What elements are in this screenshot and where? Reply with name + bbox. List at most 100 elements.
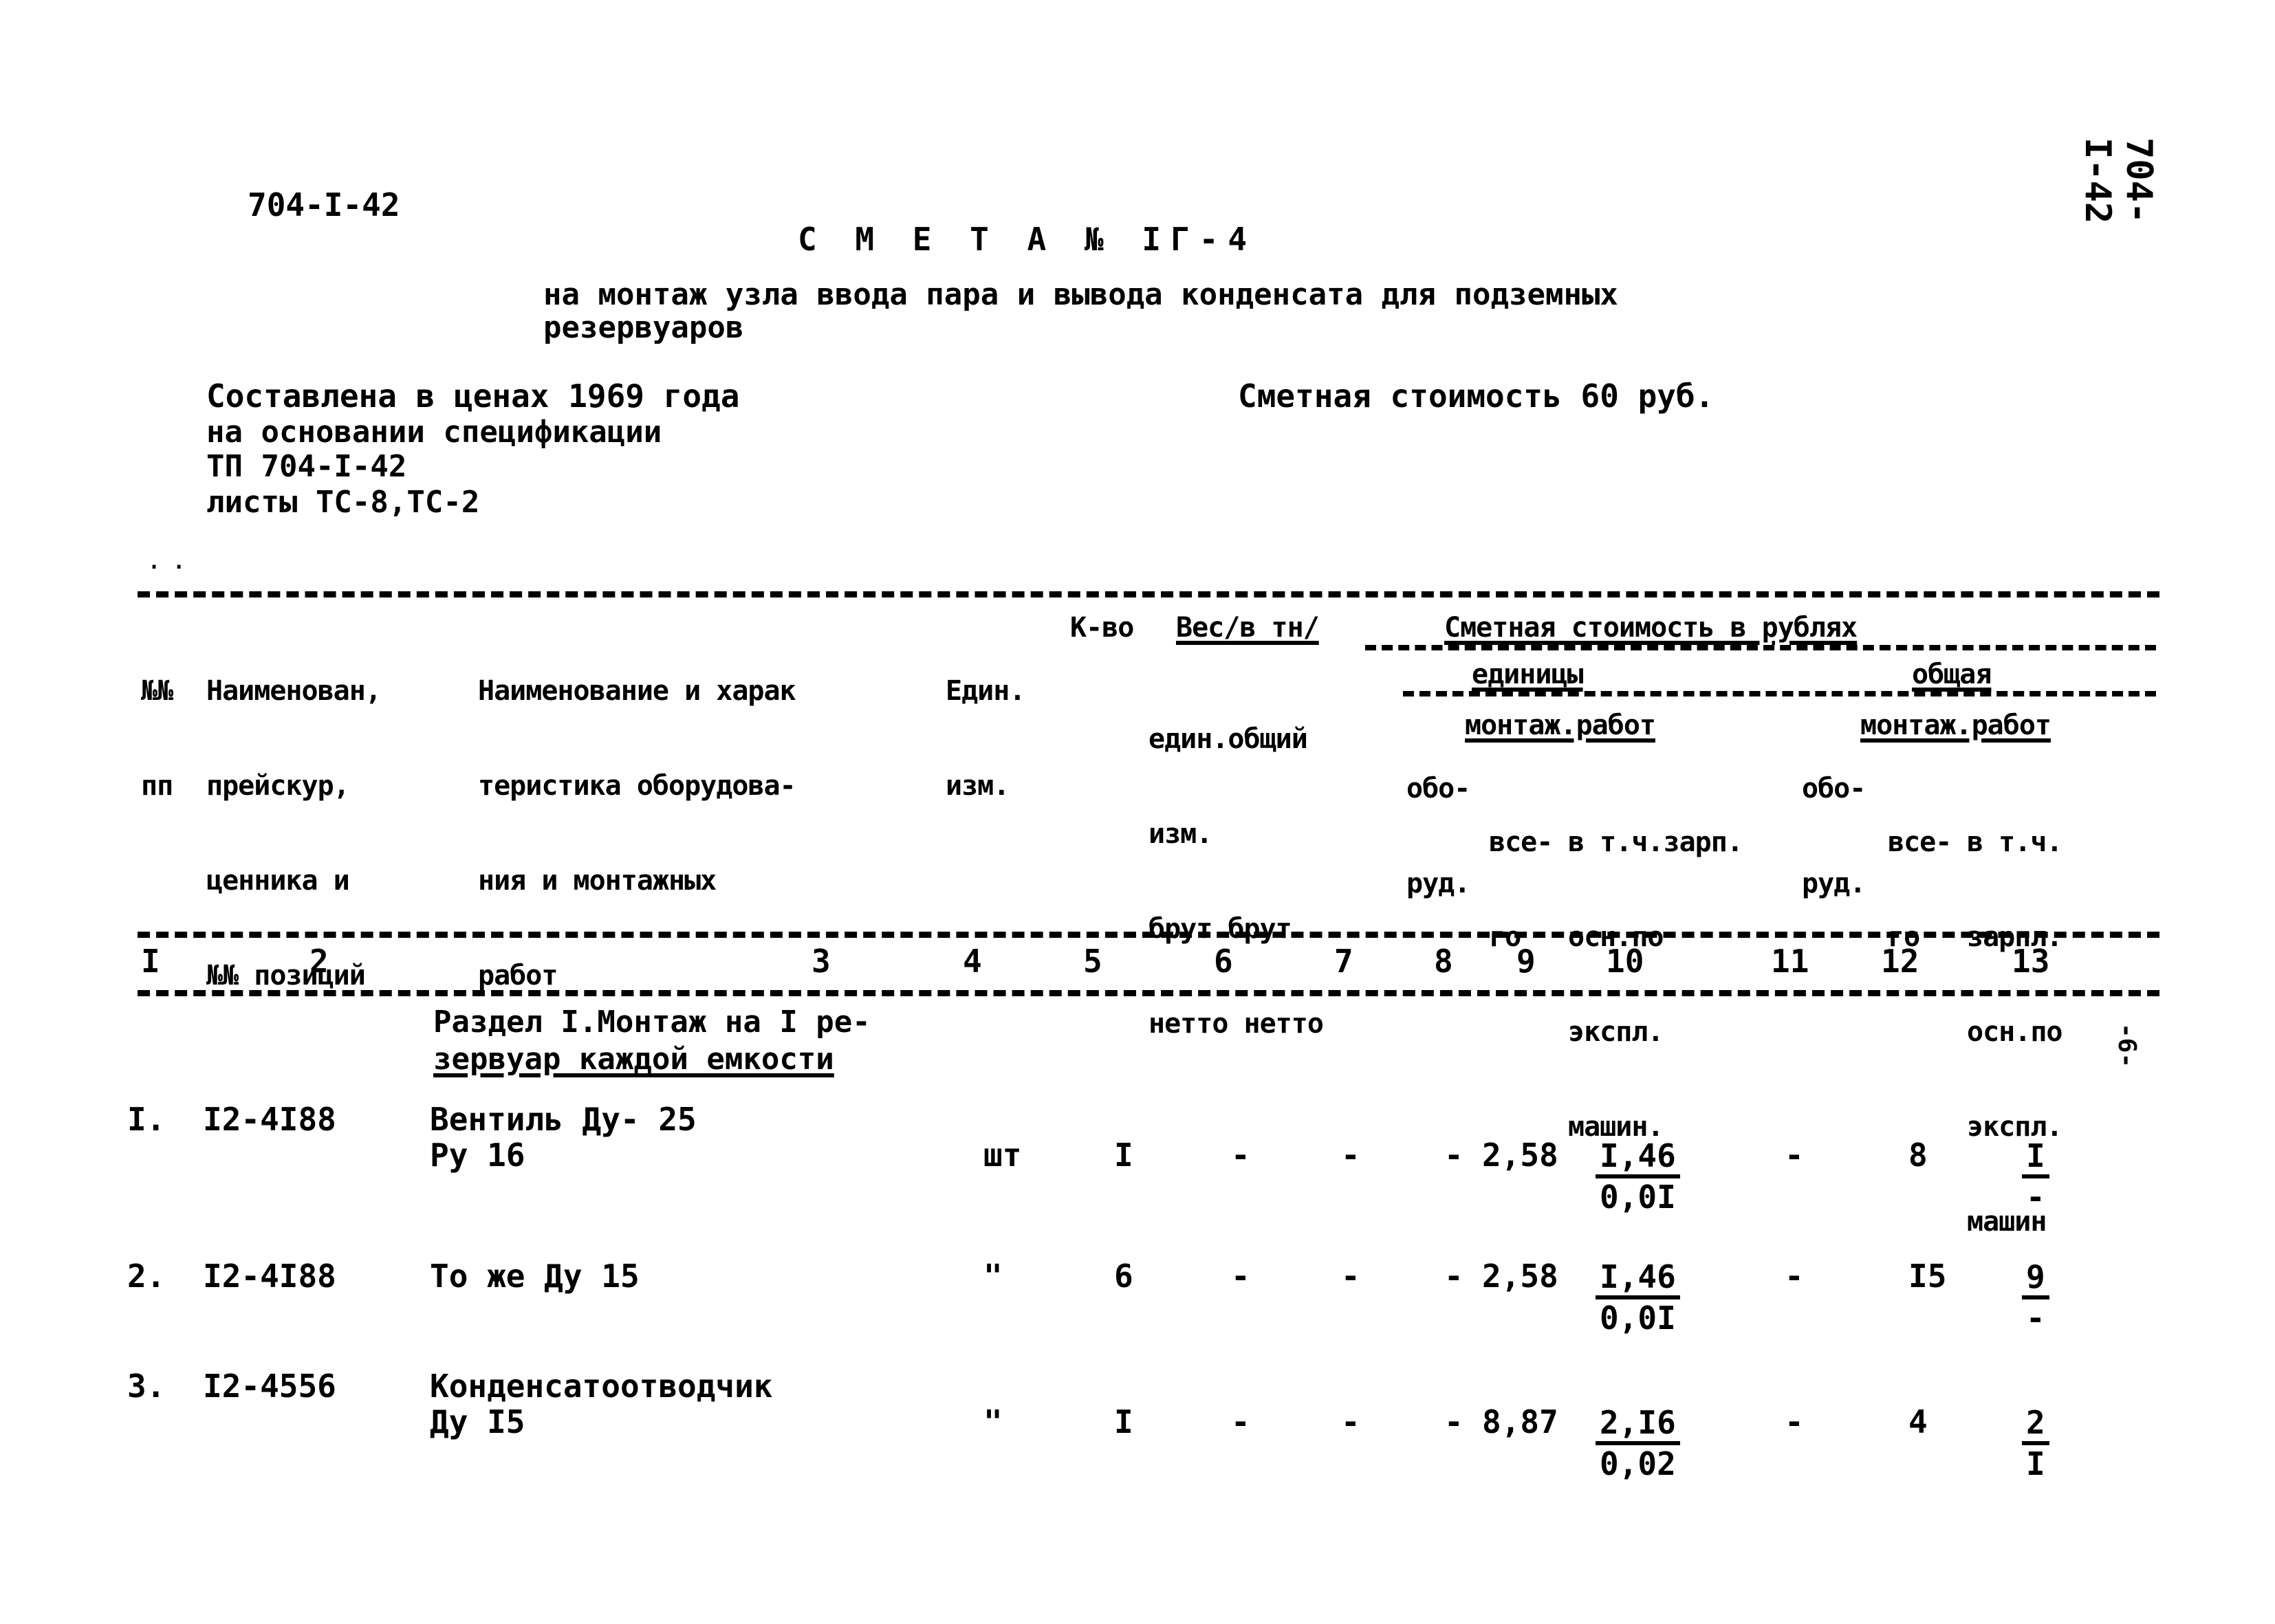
row-name-line-1: Конденсатоотводчик <box>430 1368 773 1405</box>
header-col3-line: теристика оборудова- <box>478 770 796 802</box>
header-total-word-line: все- <box>1888 826 1952 858</box>
header-col1: №№ пп <box>141 612 173 833</box>
row-weight-unit: - <box>1231 1403 1250 1440</box>
row-total-wage-numerator: 9 <box>2022 1258 2049 1299</box>
row-weight-unit: - <box>1231 1137 1250 1174</box>
section-title-line-2: зервуар каждой емкости <box>433 1042 834 1077</box>
header-col5: К-во <box>1070 612 1134 644</box>
row-unit-equipment: - <box>1444 1137 1463 1174</box>
column-number: 8 <box>1434 943 1453 980</box>
column-number: 10 <box>1606 943 1644 980</box>
header-col4-line: изм. <box>946 770 1010 802</box>
header-bottom-rule <box>138 932 2159 938</box>
column-number: 3 <box>812 943 831 980</box>
header-total-word-line: все- <box>1489 826 1553 858</box>
header-total-wage-line: осн.по <box>1967 1016 2062 1048</box>
row-unit: " <box>983 1403 1003 1440</box>
header-unit-equip: обо- руд. <box>1406 710 1470 931</box>
table-top-rule <box>138 591 2159 597</box>
header-col2-line: №№ позиций <box>206 960 366 991</box>
row-weight-total: - <box>1341 1403 1360 1440</box>
row-number: 3. <box>127 1368 166 1405</box>
row-total-wage-denominator: - <box>2026 1299 2045 1337</box>
header-total-equip: обо- руд. <box>1802 710 1866 931</box>
row-total-wage: 9- <box>2022 1258 2049 1337</box>
header-col2: Наименован, прейскур, ценника и №№ позиц… <box>206 612 382 1023</box>
header-weight-group: Вес/в тн/ <box>1176 612 1320 644</box>
row-unit-wage-numerator: I,46 <box>1596 1137 1680 1178</box>
column-number: 6 <box>1214 943 1233 980</box>
row-unit-wage: I,46 0,0I <box>1596 1258 1680 1337</box>
column-number: 13 <box>2012 943 2050 980</box>
basis-line-2: на основании спецификации <box>206 415 662 450</box>
row-number: 2. <box>127 1258 166 1295</box>
subtitle-line-1: на монтаж узла ввода пара и вывода конде… <box>543 277 1618 312</box>
row-unit: " <box>983 1258 1003 1295</box>
page-title: С М Е Т А № IГ-4 <box>798 221 1257 258</box>
row-total-wage-denominator: I <box>2026 1445 2045 1482</box>
header-unit-wage-line: в т.ч.зарп. <box>1568 826 1743 858</box>
header-total-mount-group: монтаж.работ <box>1860 710 2051 741</box>
column-number: 7 <box>1334 943 1353 980</box>
header-col2-line: Наименован, <box>206 675 382 707</box>
row-quantity: I <box>1114 1137 1133 1174</box>
header-col1-line: №№ <box>141 675 173 707</box>
header-col4-line: Един. <box>946 675 1025 707</box>
header-weight-line: брут.брут. <box>1149 913 1308 945</box>
row-unit-wage-denominator: 0,0I <box>1600 1178 1676 1216</box>
row-name-line-1: То же Ду 15 <box>430 1258 640 1295</box>
row-total-wage-numerator: I <box>2022 1137 2049 1178</box>
document-code: 704-I-42 <box>248 186 400 223</box>
row-unit-mount-total: 2,58 <box>1482 1258 1558 1295</box>
row-unit-wage-denominator: 0,0I <box>1600 1299 1676 1337</box>
document-code-vertical: 704-I-42 <box>2077 138 2159 224</box>
header-total-wage-line: в т.ч. <box>1967 826 2062 858</box>
estimated-cost: Сметная стоимость 60 руб. <box>1238 377 1715 415</box>
header-unit-mount-group: монтаж.работ <box>1465 710 1656 741</box>
row-unit-mount-total: 8,87 <box>1482 1403 1558 1440</box>
column-number: 4 <box>963 943 982 980</box>
row-weight-unit: - <box>1231 1258 1250 1295</box>
header-col3-line: Наименование и харак <box>478 675 796 707</box>
row-total-wage: 2I <box>2022 1404 2049 1482</box>
header-equip-line: руд. <box>1802 868 1866 899</box>
row-unit: шт <box>983 1137 1022 1174</box>
row-name-line-2: Ру 16 <box>430 1137 525 1174</box>
row-quantity: I <box>1114 1403 1133 1440</box>
header-col3-line: работ <box>478 960 558 991</box>
row-price-code: I2-4556 <box>203 1368 336 1405</box>
header-equip-line: обо- <box>1406 773 1470 804</box>
row-total-wage: I- <box>2022 1137 2049 1216</box>
row-unit-wage: I,46 0,0I <box>1596 1137 1680 1216</box>
header-equip-line: руд. <box>1406 868 1470 899</box>
row-weight-total: - <box>1341 1137 1360 1174</box>
column-numbers-rule <box>138 990 2159 996</box>
header-col2-line: прейскур, <box>206 770 350 802</box>
row-unit-wage-numerator: 2,I6 <box>1596 1404 1680 1445</box>
row-number: I. <box>127 1101 166 1138</box>
column-number: 11 <box>1771 943 1809 980</box>
header-unit-wage: в т.ч.зарп. осн.по экспл. машин. <box>1568 763 1743 1174</box>
section-title-line-1: Раздел I.Монтаж на I ре- <box>433 1005 871 1040</box>
header-col1-line: пп <box>141 770 173 802</box>
header-weight-sub: един.общий изм. брут.брут. нетто нетто <box>1149 660 1324 1071</box>
row-total-mount: 8 <box>1908 1137 1928 1174</box>
header-col3: Наименование и харак теристика оборудова… <box>478 612 796 1023</box>
row-total-wage-numerator: 2 <box>2022 1404 2049 1445</box>
row-price-code: I2-4I88 <box>203 1258 336 1295</box>
row-unit-wage-numerator: I,46 <box>1596 1258 1680 1299</box>
column-number: I <box>141 943 160 980</box>
row-price-code: I2-4I88 <box>203 1101 336 1138</box>
cost-group-rule <box>1365 645 2156 650</box>
row-unit-equipment: - <box>1444 1403 1463 1440</box>
basis-line-1: Составлена в ценах 1969 года <box>206 377 740 415</box>
header-unit-wage-line: экспл. <box>1568 1016 1664 1048</box>
row-total-equipment: - <box>1785 1403 1804 1440</box>
column-number: 2 <box>309 943 329 980</box>
row-total-mount: I5 <box>1908 1258 1947 1295</box>
header-cost-group: Сметная стоимость в рублях <box>1444 612 1858 644</box>
page-marker: -6- <box>2113 1022 2142 1068</box>
header-weight-line: един.общий <box>1149 723 1308 755</box>
header-total-group: общая <box>1912 659 1992 690</box>
row-unit-wage: 2,I6 0,02 <box>1596 1404 1680 1482</box>
